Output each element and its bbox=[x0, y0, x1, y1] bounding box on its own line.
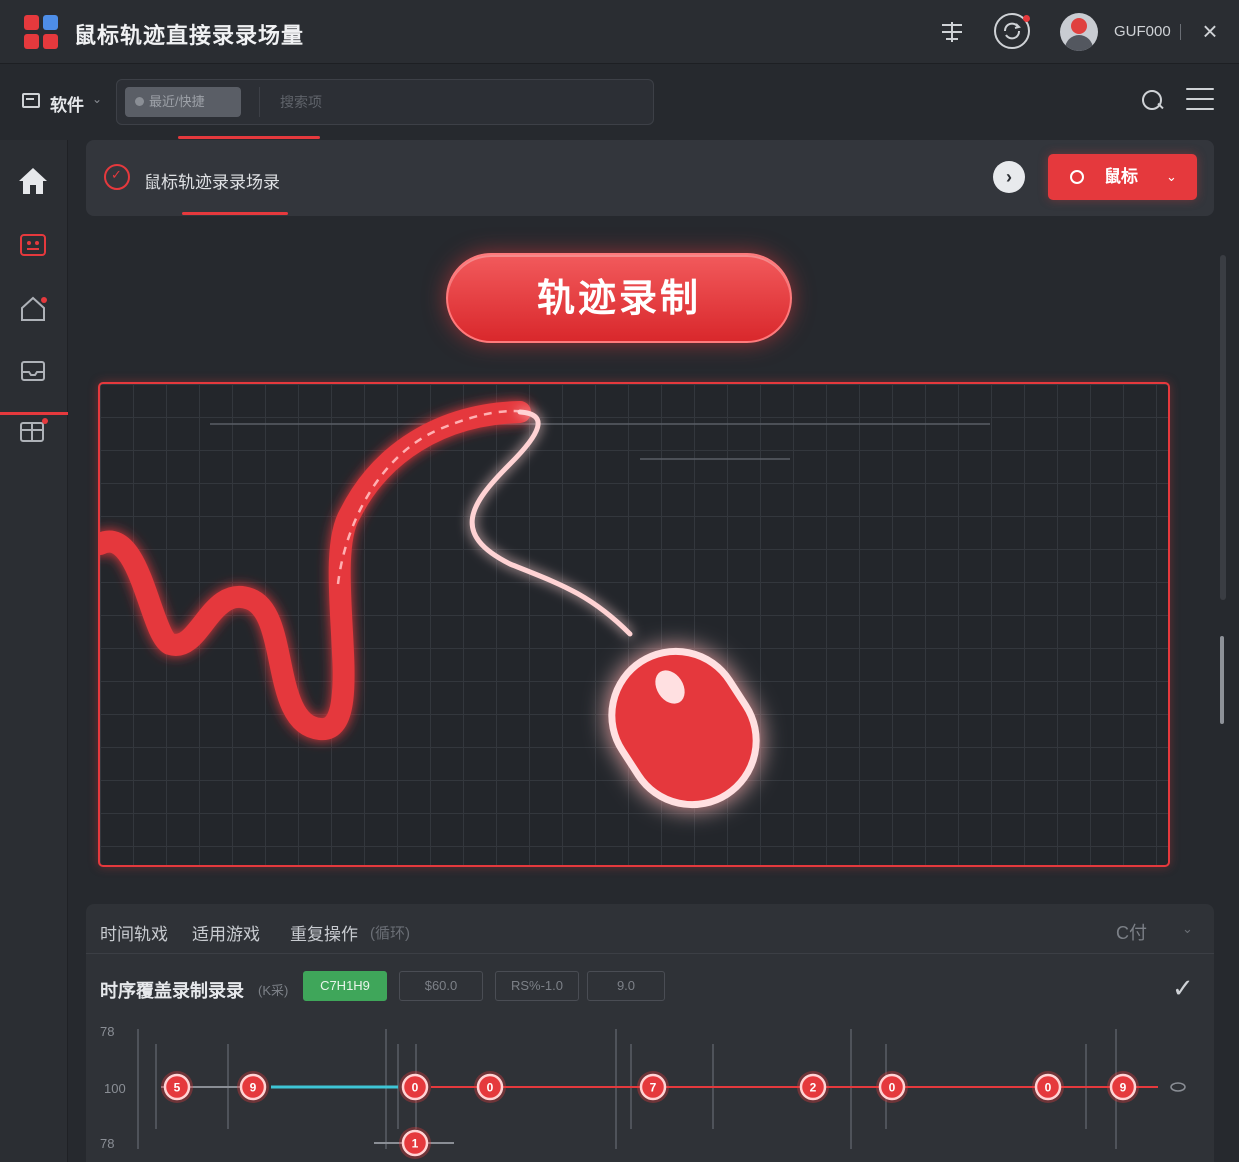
scrollbar-track[interactable] bbox=[1220, 255, 1226, 600]
title-bar: 鼠标轨迹直接录录场量 GUF000 × bbox=[0, 0, 1239, 64]
software-icon[interactable] bbox=[22, 93, 40, 108]
timeline-node-label: 9 bbox=[1120, 1081, 1127, 1095]
mouse-icon bbox=[608, 647, 760, 809]
timeline-node[interactable]: 0 bbox=[1032, 1071, 1064, 1103]
trajectory-drawing bbox=[100, 401, 990, 809]
timeline-end-icon bbox=[1170, 1082, 1186, 1092]
timeline-node-label: 0 bbox=[487, 1081, 494, 1095]
header-active-indicator bbox=[182, 212, 288, 215]
app-window: 鼠标轨迹直接录录场量 GUF000 × 软件 ⌄ 最近/快捷 搜索项 ✓ 鼠标轨… bbox=[0, 0, 1239, 1162]
scrollbar-thumb[interactable] bbox=[1220, 636, 1224, 724]
timer-check-icon bbox=[104, 164, 130, 190]
toolbar: 软件 ⌄ 最近/快捷 搜索项 bbox=[0, 65, 1239, 139]
chevron-down-icon[interactable]: ⌄ bbox=[92, 92, 102, 106]
timeline-node-label: 5 bbox=[174, 1081, 181, 1095]
mode-select-label: 鼠标 bbox=[1104, 167, 1138, 186]
software-menu-label[interactable]: 软件 bbox=[50, 91, 84, 116]
timeline-node-label: 0 bbox=[889, 1081, 896, 1095]
timeline-node[interactable]: 2 bbox=[797, 1071, 829, 1103]
inbox-icon[interactable] bbox=[14, 352, 52, 390]
timeline-node-label: 0 bbox=[412, 1081, 419, 1095]
filter-icon[interactable] bbox=[936, 16, 968, 48]
dashboard-icon[interactable] bbox=[14, 226, 52, 264]
timeline-node-label: 7 bbox=[650, 1081, 657, 1095]
sidebar bbox=[0, 140, 68, 1162]
app-title: 鼠标轨迹直接录录场量 bbox=[74, 23, 305, 48]
recording-header-card: 鼠标轨迹录录场录 › 鼠标 ⌄ bbox=[86, 140, 1214, 216]
header-title: 鼠标轨迹录录场录 bbox=[144, 173, 280, 192]
trajectory-canvas[interactable] bbox=[98, 382, 1170, 867]
track-record-button[interactable]: 轨迹录制 bbox=[446, 253, 792, 343]
divider bbox=[1180, 24, 1181, 40]
timeline-node[interactable]: 5 bbox=[161, 1071, 193, 1103]
quick-filter-dropdown[interactable]: 最近/快捷 bbox=[125, 87, 241, 117]
app-logo bbox=[24, 15, 58, 49]
menu-icon[interactable] bbox=[1186, 88, 1214, 112]
toolbar-active-indicator bbox=[178, 136, 320, 139]
record-dot-icon bbox=[1070, 170, 1084, 184]
chevron-down-icon: ⌄ bbox=[1166, 169, 1177, 184]
next-arrow-button[interactable]: › bbox=[993, 161, 1025, 193]
search-field[interactable]: 搜索项 bbox=[259, 87, 651, 117]
sync-icon[interactable] bbox=[994, 13, 1030, 49]
timeline-node-label: 0 bbox=[1045, 1081, 1052, 1095]
timeline-node[interactable]: 0 bbox=[876, 1071, 908, 1103]
username[interactable]: GUF000 bbox=[1114, 23, 1171, 40]
toolbar-search-group: 最近/快捷 搜索项 bbox=[116, 79, 654, 125]
close-icon[interactable]: × bbox=[1196, 17, 1224, 45]
home-icon[interactable] bbox=[14, 162, 52, 200]
trajectory-path bbox=[100, 401, 531, 740]
house-outline-icon[interactable] bbox=[14, 290, 52, 328]
timeline-node[interactable]: 9 bbox=[1107, 1071, 1139, 1103]
timeline-node-label: 9 bbox=[250, 1081, 257, 1095]
timeline-panel: 时间轨戏 适用游戏 重复操作 (循环) C付 ⌄ 时序覆盖录制录录 (K采) C… bbox=[86, 904, 1214, 1162]
avatar[interactable] bbox=[1060, 13, 1098, 51]
timeline-node[interactable]: 0 bbox=[399, 1071, 431, 1103]
trajectory-cursor-path bbox=[469, 409, 633, 637]
timeline-node[interactable]: 7 bbox=[637, 1071, 669, 1103]
search-icon[interactable] bbox=[1140, 88, 1164, 112]
timeline-node-label: 1 bbox=[412, 1137, 419, 1151]
timeline-node[interactable]: 0 bbox=[474, 1071, 506, 1103]
timeline-node[interactable]: 9 bbox=[237, 1071, 269, 1103]
mode-select-button[interactable]: 鼠标 ⌄ bbox=[1048, 154, 1197, 200]
grid-table-icon[interactable] bbox=[14, 412, 52, 450]
timeline-node-label: 2 bbox=[810, 1081, 817, 1095]
timeline-node[interactable]: 1 bbox=[399, 1127, 431, 1159]
notification-dot bbox=[1023, 15, 1030, 22]
